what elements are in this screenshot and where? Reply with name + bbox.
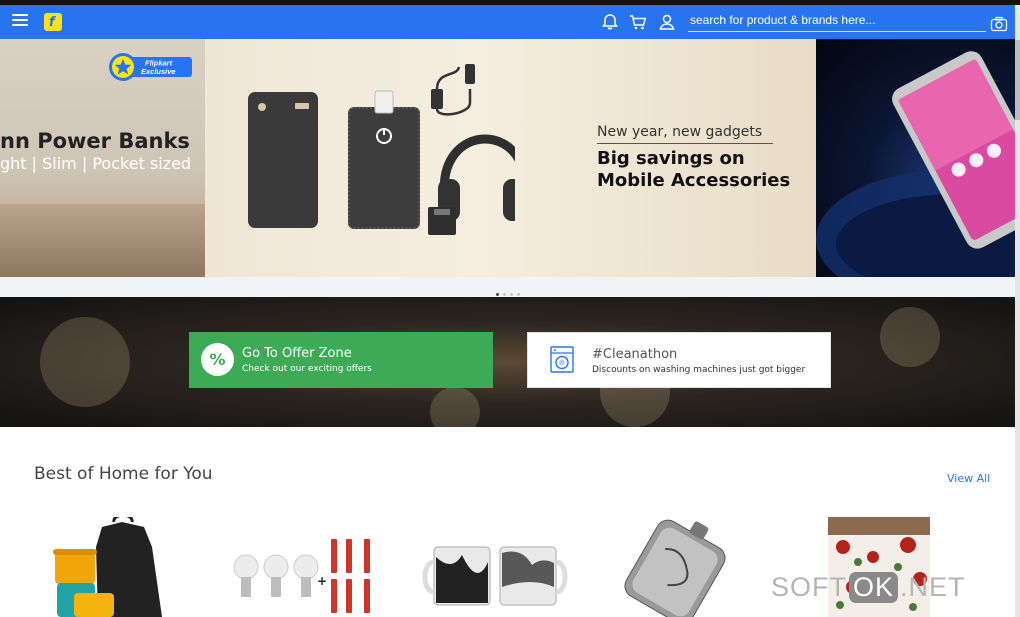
power-banks-subtitle: ght | Slim | Pocket sized bbox=[0, 154, 192, 173]
carousel-dots bbox=[496, 283, 524, 296]
watermark-right: .NET bbox=[900, 572, 966, 602]
cleanathon-card[interactable]: #Cleanathon Discounts on washing machine… bbox=[527, 332, 831, 388]
cleanathon-title: #Cleanathon bbox=[592, 347, 678, 362]
smartphone-image bbox=[816, 51, 1015, 277]
power-banks-slide[interactable]: Flipkart Exclusive nn Power Banks ght | … bbox=[0, 39, 205, 277]
cart-icon[interactable] bbox=[628, 12, 648, 32]
camera-icon[interactable] bbox=[990, 16, 1008, 32]
search-input[interactable] bbox=[688, 11, 982, 29]
slide-kicker: New year, new gadgets bbox=[597, 124, 763, 140]
carousel-dot[interactable] bbox=[503, 293, 506, 296]
hero-carousel[interactable]: Flipkart Exclusive nn Power Banks ght | … bbox=[0, 39, 1015, 277]
bell-icon[interactable] bbox=[600, 12, 620, 32]
header-bar: f bbox=[0, 5, 1015, 39]
slide-headline-1: Big savings on bbox=[597, 148, 745, 169]
cleanathon-subtitle: Discounts on washing machines just got b… bbox=[592, 365, 806, 375]
bokeh-light bbox=[430, 387, 480, 427]
search-bar[interactable] bbox=[688, 11, 986, 32]
svg-text:+: + bbox=[317, 574, 327, 588]
slide-headline-2: Mobile Accessories bbox=[597, 170, 791, 191]
watermark-ok: OK bbox=[849, 572, 899, 603]
menu-icon[interactable] bbox=[12, 14, 28, 28]
printed-mugs[interactable] bbox=[422, 517, 572, 617]
scrollbar-thumb[interactable] bbox=[1015, 40, 1020, 120]
led-bulbs-and-batteries[interactable]: + bbox=[232, 517, 377, 617]
offer-zone-card[interactable]: % Go To Offer Zone Check out our excitin… bbox=[189, 332, 493, 388]
offer-zone-subtitle: Check out our exciting offers bbox=[242, 364, 372, 374]
bokeh-light bbox=[880, 307, 940, 367]
softok-watermark: SOFT OK .NET bbox=[771, 572, 966, 610]
kicker-divider bbox=[597, 143, 773, 144]
offer-zone-title: Go To Offer Zone bbox=[242, 346, 352, 361]
flipkart-exclusive-badge: Flipkart Exclusive bbox=[109, 53, 192, 81]
washing-machine-icon bbox=[550, 346, 574, 373]
section-title: Best of Home for You bbox=[34, 464, 213, 484]
carousel-dot[interactable] bbox=[517, 293, 520, 296]
smartphone-slide[interactable] bbox=[816, 39, 1015, 277]
bokeh-light bbox=[40, 317, 130, 407]
watermark-left: SOFT bbox=[771, 572, 847, 602]
carousel-dot[interactable] bbox=[510, 293, 513, 296]
user-icon[interactable] bbox=[657, 12, 677, 32]
percent-icon: % bbox=[201, 343, 234, 376]
wood-surface-image bbox=[0, 204, 205, 277]
mobile-accessories-slide[interactable]: New year, new gadgets Big savings on Mob… bbox=[205, 39, 816, 277]
flipkart-logo[interactable]: f bbox=[44, 13, 62, 31]
carousel-dot[interactable] bbox=[496, 293, 499, 296]
accessories-product-image bbox=[248, 64, 515, 235]
badge-text-line2: Exclusive bbox=[141, 67, 176, 76]
power-banks-title: nn Power Banks bbox=[0, 129, 190, 153]
view-all-link[interactable]: View All bbox=[947, 472, 990, 485]
hip-flask[interactable] bbox=[615, 517, 735, 617]
offer-band: % Go To Offer Zone Check out our excitin… bbox=[0, 297, 1015, 427]
tupperware-set[interactable] bbox=[52, 517, 172, 617]
